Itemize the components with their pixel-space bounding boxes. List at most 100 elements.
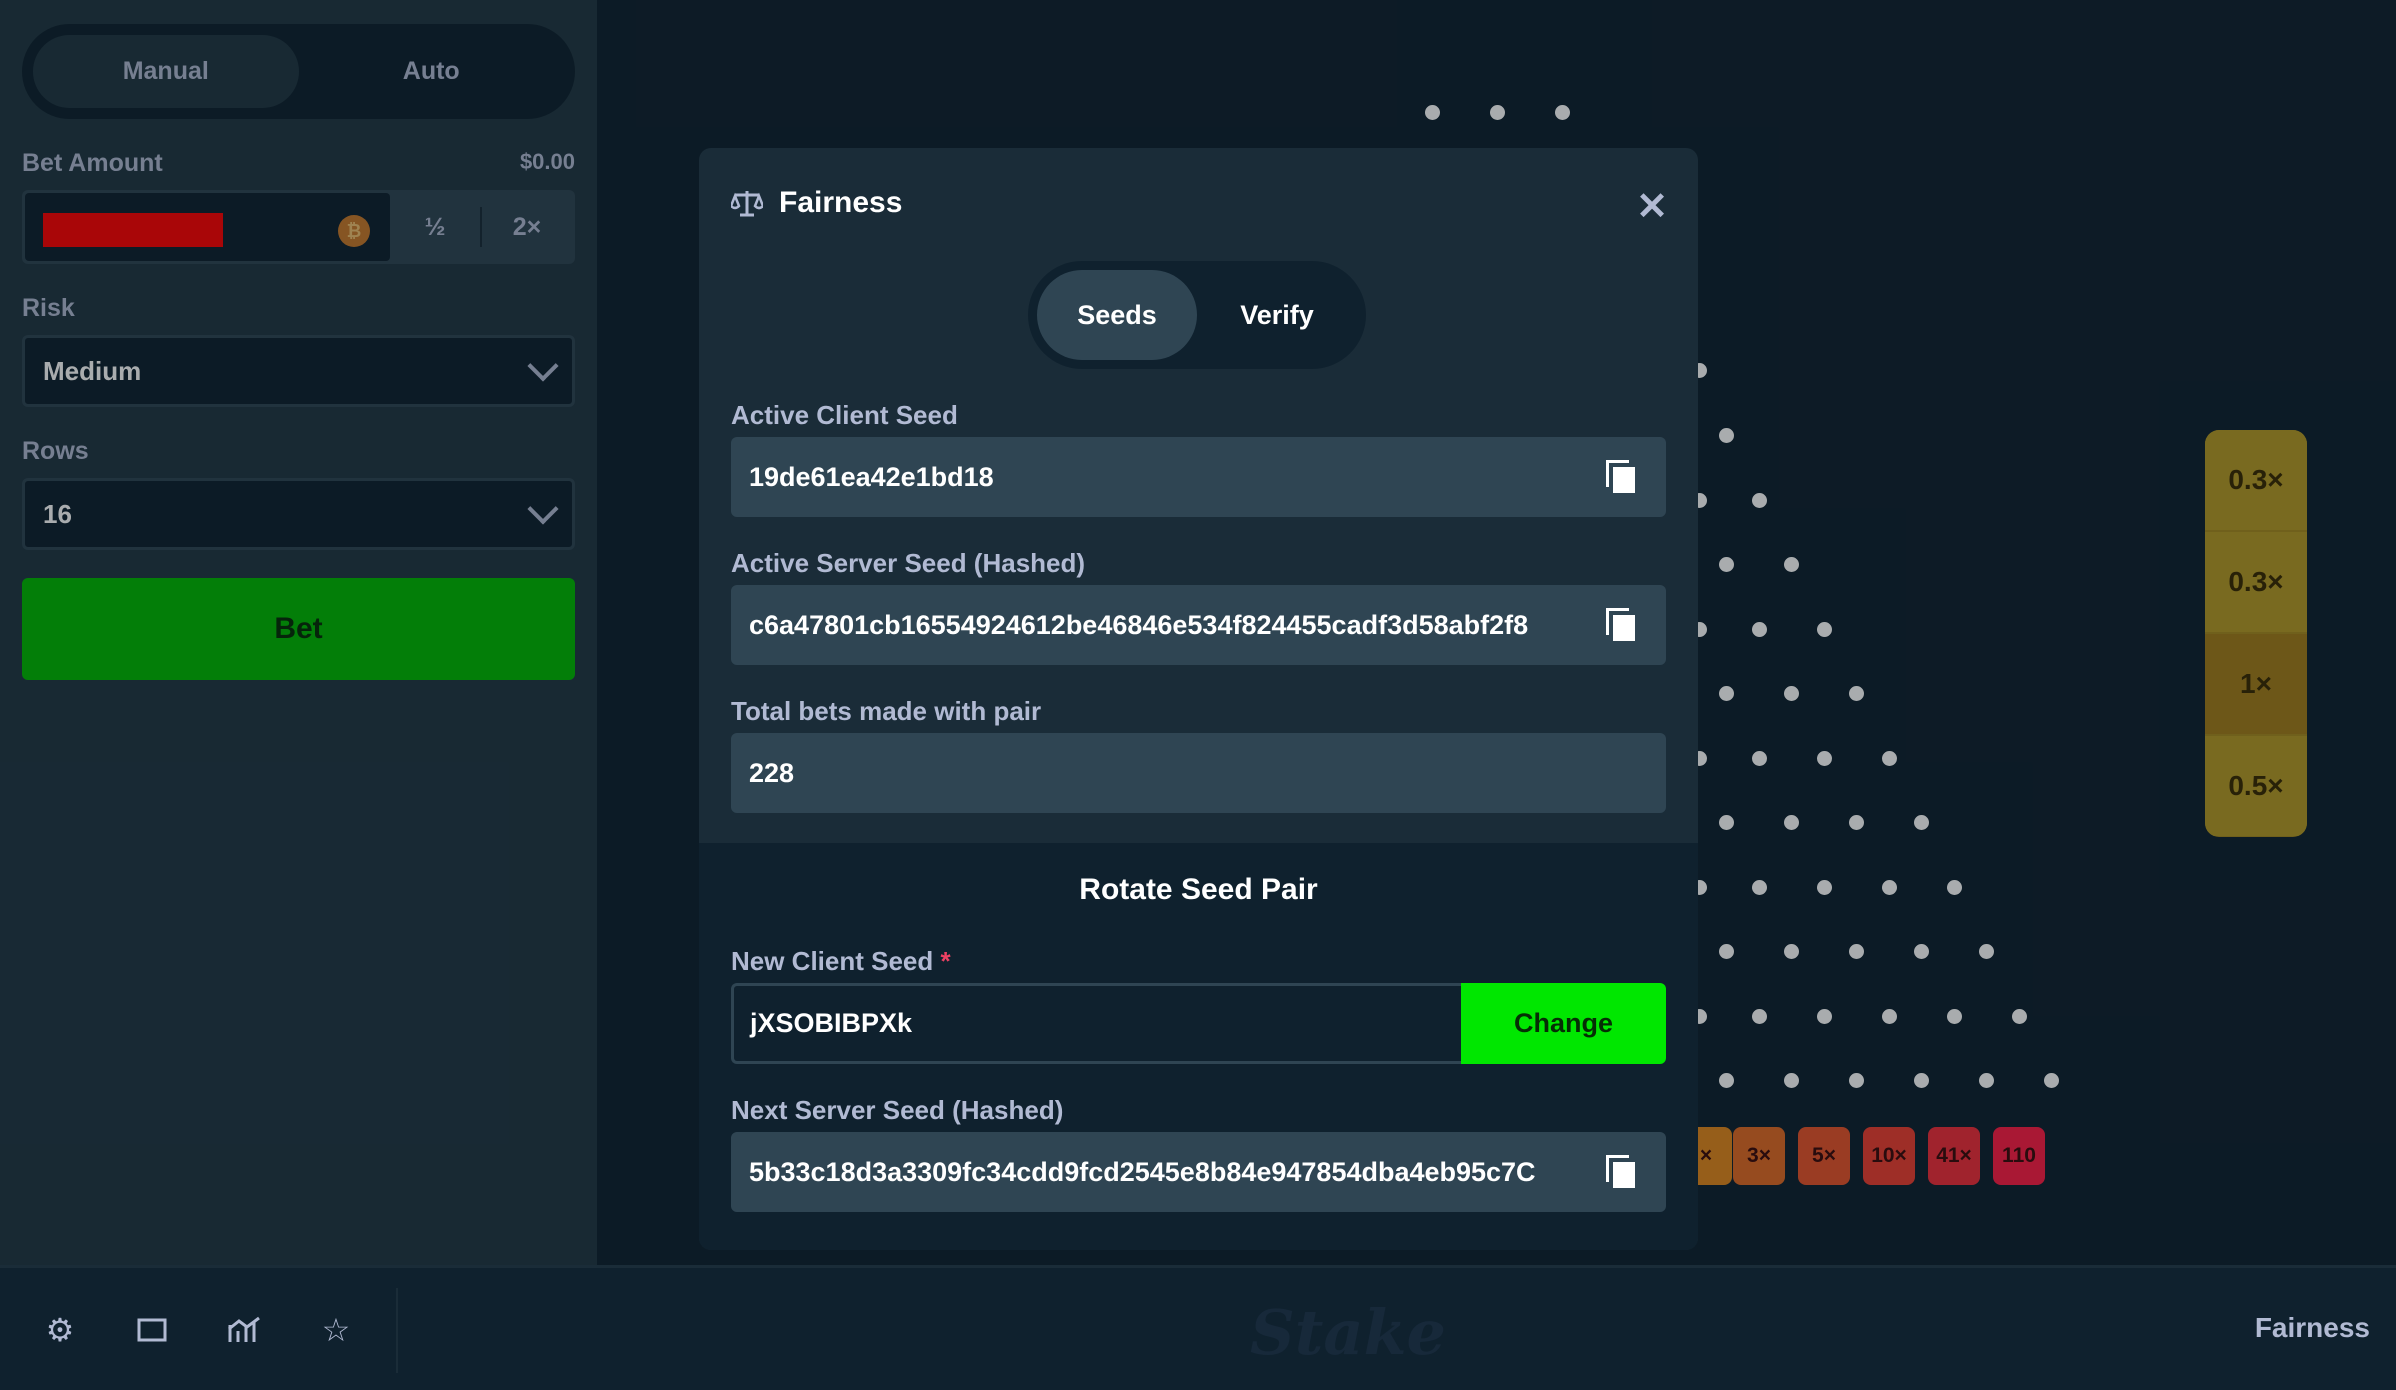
plinko-peg [1784, 944, 1799, 959]
copy-icon[interactable] [1606, 460, 1636, 494]
plinko-peg [1752, 880, 1767, 895]
rows-select[interactable]: 16 [22, 478, 575, 550]
chevron-down-icon [527, 493, 559, 525]
divider [396, 1288, 398, 1373]
gear-icon[interactable]: ⚙ [40, 1310, 80, 1350]
plinko-peg [1817, 622, 1832, 637]
plinko-peg [1914, 944, 1929, 959]
new-client-seed-label-text: New Client Seed [731, 946, 934, 976]
total-bets-value: 228 [749, 757, 795, 788]
history-item: 0.5× [2205, 736, 2307, 836]
copy-icon[interactable] [1606, 1155, 1636, 1189]
star-icon[interactable]: ☆ [316, 1310, 356, 1350]
stats-icon[interactable] [224, 1310, 264, 1350]
active-server-seed-field[interactable]: c6a47801cb16554924612be46846e534f824455c… [731, 585, 1666, 665]
multiplier-slot: 3× [1733, 1127, 1785, 1185]
plinko-peg [2044, 1073, 2059, 1088]
multiplier-slot: 5× [1798, 1127, 1850, 1185]
history-item: 0.3× [2205, 532, 2307, 632]
plinko-peg [1719, 815, 1734, 830]
fairness-link[interactable]: Fairness [2255, 1312, 2370, 1344]
plinko-peg [1784, 1073, 1799, 1088]
change-button[interactable]: Change [1461, 983, 1666, 1064]
double-bet-button[interactable]: 2× [482, 193, 572, 261]
plinko-peg [1947, 1009, 1962, 1024]
next-server-seed-value: 5b33c18d3a3309fc34cdd9fcd2545e8b84e94785… [749, 1156, 1536, 1187]
active-client-seed-field[interactable]: 19de61ea42e1bd18 [731, 437, 1666, 517]
plinko-peg [1719, 1073, 1734, 1088]
plinko-peg [1784, 557, 1799, 572]
bitcoin-icon: ₿ [338, 215, 370, 247]
next-server-seed-field[interactable]: 5b33c18d3a3309fc34cdd9fcd2545e8b84e94785… [731, 1132, 1666, 1212]
plinko-peg [1882, 880, 1897, 895]
risk-value: Medium [43, 355, 142, 386]
stake-logo: Stake [1250, 1296, 1446, 1369]
plinko-peg [1849, 815, 1864, 830]
tab-auto[interactable]: Auto [299, 35, 565, 108]
required-mark: * [940, 946, 951, 976]
plinko-peg [1719, 557, 1734, 572]
plinko-peg [1490, 105, 1505, 120]
bet-amount-input[interactable]: ₿ [25, 193, 390, 261]
plinko-peg [1719, 428, 1734, 443]
plinko-peg [1555, 105, 1570, 120]
plinko-peg [1882, 1009, 1897, 1024]
tab-verify[interactable]: Verify [1197, 270, 1357, 360]
bet-amount-label: Bet Amount [22, 149, 163, 177]
next-server-seed-label: Next Server Seed (Hashed) [731, 1095, 1064, 1125]
plinko-peg [1979, 1073, 1994, 1088]
plinko-peg [1752, 493, 1767, 508]
chevron-down-icon [527, 350, 559, 382]
risk-row: Risk [22, 294, 575, 323]
total-bets-field: 228 [731, 733, 1666, 813]
rotate-seed-section: Rotate Seed Pair New Client Seed * jXSOB… [699, 843, 1698, 1250]
modal-title: Fairness [779, 186, 903, 219]
half-bet-button[interactable]: ½ [390, 193, 480, 261]
rows-label: Rows [22, 437, 89, 465]
plinko-peg [1752, 622, 1767, 637]
plinko-peg [2012, 1009, 2027, 1024]
fairness-tabs: Seeds Verify [1028, 261, 1366, 369]
close-icon[interactable]: ✕ [1636, 184, 1668, 229]
active-client-seed-label: Active Client Seed [731, 400, 958, 430]
plinko-peg [1817, 880, 1832, 895]
plinko-peg [1914, 1073, 1929, 1088]
active-client-seed-value: 19de61ea42e1bd18 [749, 461, 994, 492]
copy-icon[interactable] [1606, 608, 1636, 642]
active-server-seed-value: c6a47801cb16554924612be46846e534f824455c… [749, 609, 1529, 640]
plinko-peg [1817, 751, 1832, 766]
plinko-peg [1817, 1009, 1832, 1024]
plinko-peg [1425, 105, 1440, 120]
plinko-peg [1784, 815, 1799, 830]
redacted-amount [43, 213, 223, 247]
new-client-seed-label: New Client Seed * [731, 946, 951, 977]
rotate-seed-title: Rotate Seed Pair [1079, 873, 1318, 906]
tab-seeds[interactable]: Seeds [1037, 270, 1197, 360]
new-client-seed-group: jXSOBIBPXk Change [731, 983, 1666, 1064]
total-bets-label: Total bets made with pair [731, 696, 1042, 726]
bet-button[interactable]: Bet [22, 578, 575, 680]
history-column: 0.3× 0.3× 1× 0.5× [2205, 430, 2307, 837]
bet-amount-group: ₿ ½ 2× [22, 190, 575, 264]
tab-manual[interactable]: Manual [33, 35, 299, 108]
bet-amount-usd: $0.00 [519, 149, 575, 174]
bet-sidebar: Manual Auto Bet Amount $0.00 ₿ ½ 2× Risk… [0, 0, 597, 1265]
active-server-seed-label: Active Server Seed (Hashed) [731, 548, 1086, 578]
multiplier-slot: 41× [1928, 1127, 1980, 1185]
theatre-icon[interactable] [132, 1310, 172, 1350]
plinko-peg [1979, 944, 1994, 959]
plinko-peg [1849, 944, 1864, 959]
plinko-peg [1947, 880, 1962, 895]
history-item: 0.3× [2205, 430, 2307, 530]
plinko-peg [1882, 751, 1897, 766]
bottom-bar: ⚙ ☆ Stake Fairness [0, 1265, 2396, 1390]
new-client-seed-input[interactable]: jXSOBIBPXk [731, 983, 1461, 1064]
mode-toggle: Manual Auto [22, 24, 575, 119]
plinko-peg [1719, 686, 1734, 701]
rows-value: 16 [43, 498, 72, 529]
fairness-modal: Fairness ✕ Seeds Verify Active Client Se… [699, 148, 1698, 1250]
bet-amount-row: Bet Amount $0.00 [22, 149, 575, 178]
plinko-peg [1719, 944, 1734, 959]
risk-select[interactable]: Medium [22, 335, 575, 407]
plinko-peg [1849, 686, 1864, 701]
